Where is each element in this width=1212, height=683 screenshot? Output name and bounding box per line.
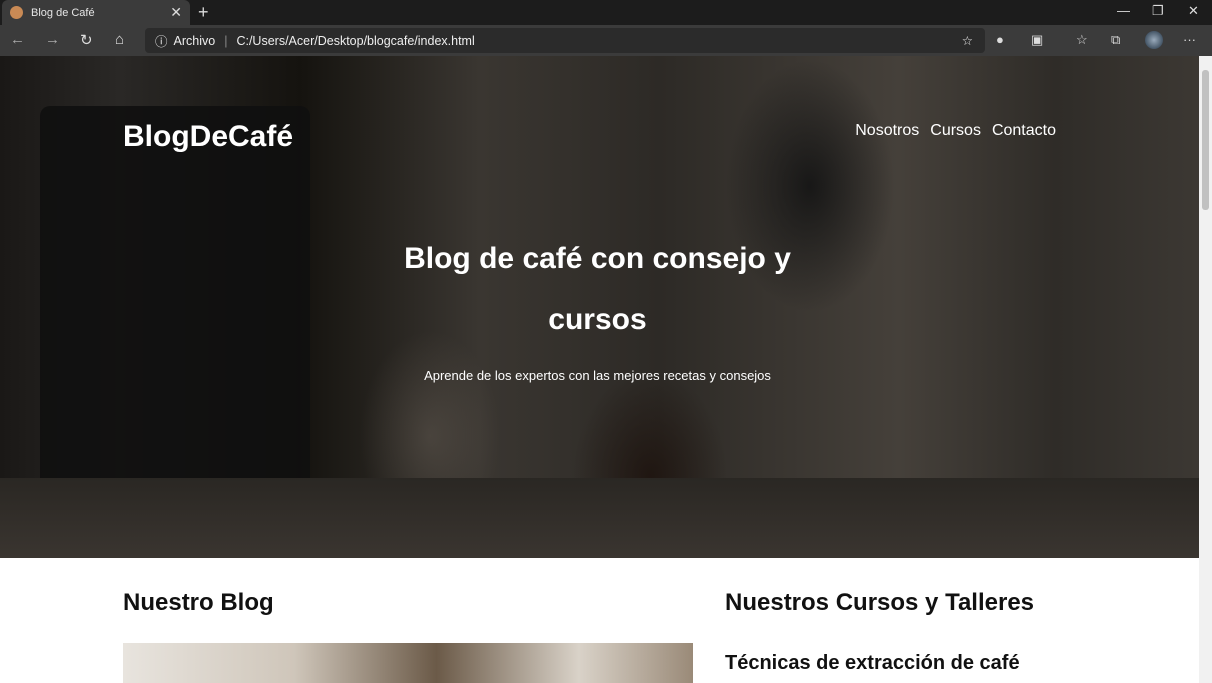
- site-nav: Nosotros Cursos Contacto: [855, 122, 1056, 140]
- nav-contacto[interactable]: Contacto: [992, 122, 1056, 140]
- address-separator: |: [224, 33, 228, 48]
- nav-cursos[interactable]: Cursos: [930, 122, 981, 140]
- extensions-icon[interactable]: ▣: [1031, 32, 1043, 48]
- tab-title: Blog de Café: [31, 6, 95, 19]
- profile-avatar[interactable]: [1145, 31, 1163, 49]
- restore-icon[interactable]: ❐: [1152, 3, 1164, 19]
- site-logo[interactable]: BlogDeCafé: [123, 120, 293, 154]
- courses-heading: Nuestros Cursos y Talleres: [725, 589, 1035, 616]
- address-bar[interactable]: ⓘ Archivo | C:/Users/Acer/Desktop/blogca…: [145, 28, 985, 53]
- add-favorite-icon[interactable]: ☆: [962, 33, 973, 48]
- address-prefix: Archivo: [173, 33, 216, 48]
- coffee-favicon-icon: [10, 6, 23, 19]
- title-bar: Blog de Café ✕ + — ❐ ✕: [0, 0, 1212, 25]
- hero-subtitle: Aprende de los expertos con las mejores …: [424, 368, 771, 383]
- close-tab-icon[interactable]: ✕: [170, 4, 182, 21]
- more-icon[interactable]: ···: [1183, 32, 1196, 47]
- hero-table-image: [0, 478, 1199, 558]
- blog-heading: Nuestro Blog: [123, 589, 274, 616]
- scrollbar[interactable]: [1199, 56, 1212, 683]
- extension-icon[interactable]: ●: [996, 32, 1004, 47]
- close-window-icon[interactable]: ✕: [1188, 3, 1199, 19]
- info-icon: ⓘ: [155, 35, 168, 49]
- hero-title: Blog de café con consejo y cursos: [404, 242, 791, 336]
- browser-tab[interactable]: Blog de Café ✕: [2, 0, 190, 25]
- hero-section: BlogDeCafé Nosotros Cursos Contacto Blog…: [0, 56, 1199, 558]
- url-text: C:/Users/Acer/Desktop/blogcafe/index.htm…: [236, 33, 475, 48]
- minimize-icon[interactable]: —: [1117, 3, 1130, 18]
- collections-icon[interactable]: ⧉: [1111, 32, 1120, 48]
- course-title[interactable]: Técnicas de extracción de café: [725, 652, 1020, 675]
- home-icon[interactable]: ⌂: [115, 31, 124, 48]
- back-icon[interactable]: ←: [10, 31, 25, 48]
- favorites-icon[interactable]: ☆: [1076, 32, 1088, 48]
- hero-background-image: [40, 106, 310, 536]
- scrollbar-thumb[interactable]: [1202, 70, 1209, 210]
- new-tab-button[interactable]: +: [198, 2, 209, 23]
- blog-entry-image[interactable]: [123, 643, 693, 683]
- nav-nosotros[interactable]: Nosotros: [855, 122, 919, 140]
- browser-toolbar: ← → ↻ ⌂ ⓘ Archivo | C:/Users/Acer/Deskto…: [0, 25, 1212, 56]
- reload-icon[interactable]: ↻: [80, 31, 93, 49]
- forward-icon[interactable]: →: [45, 31, 60, 48]
